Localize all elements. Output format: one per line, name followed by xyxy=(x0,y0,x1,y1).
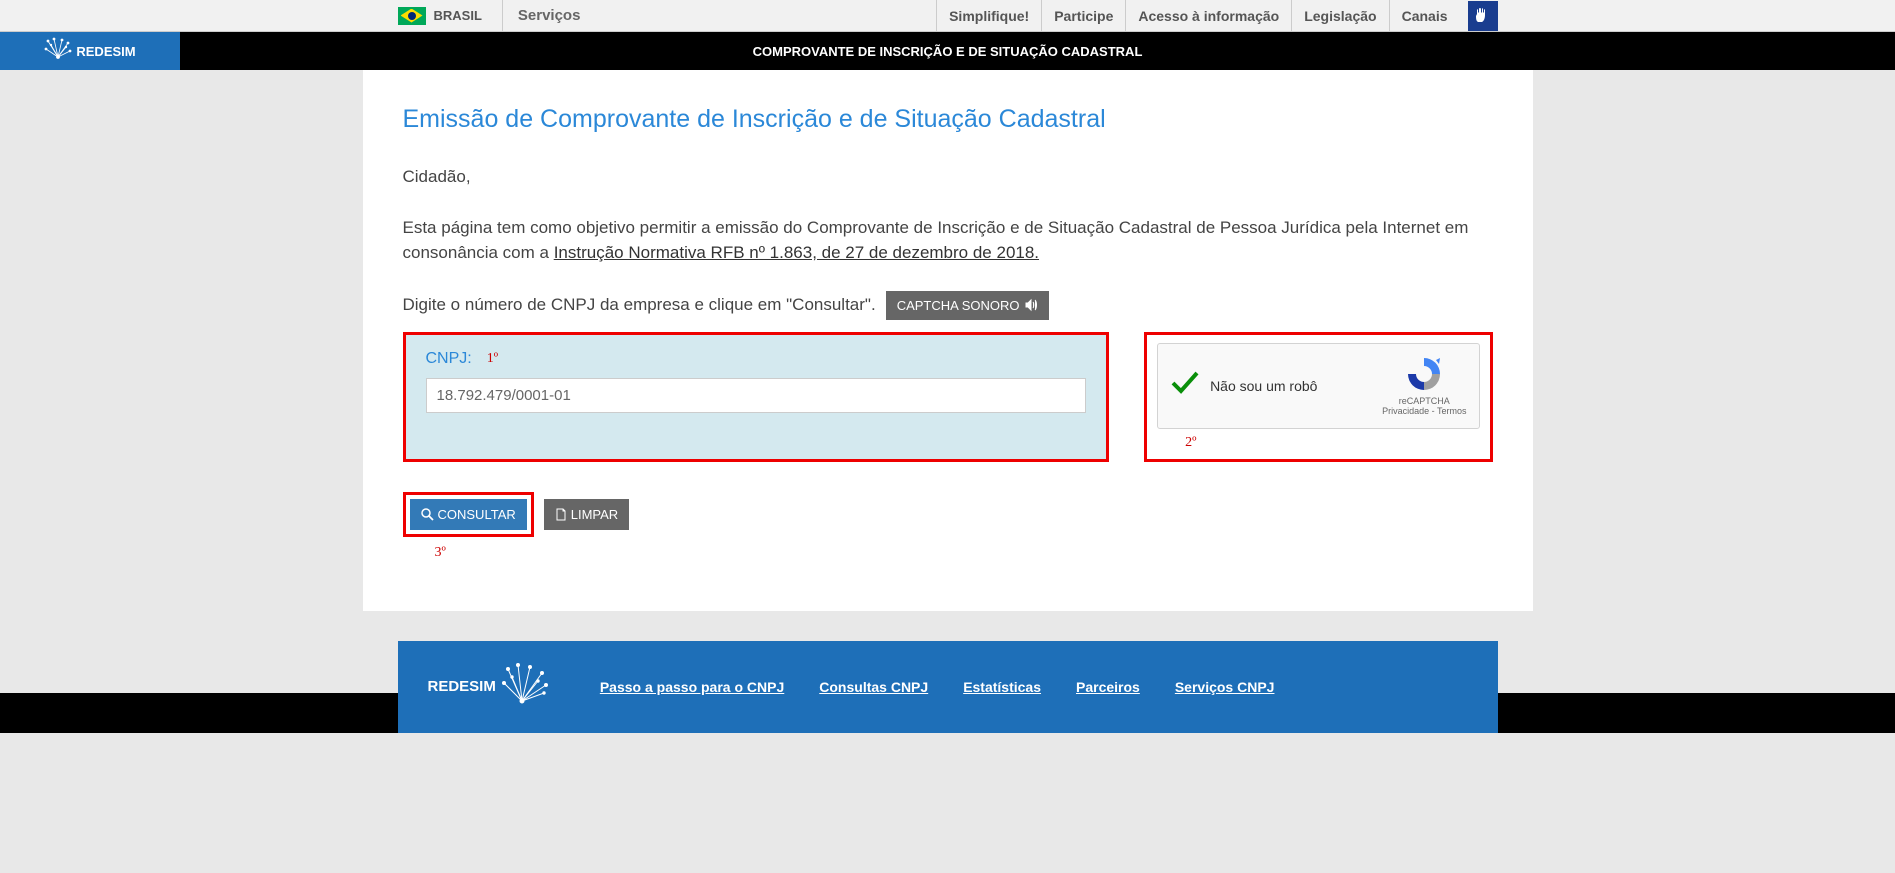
footer-estatisticas-link[interactable]: Estatísticas xyxy=(963,679,1041,695)
recaptcha-label: Não sou um robô xyxy=(1210,378,1317,394)
cnpj-panel: CNPJ: 1º xyxy=(403,332,1110,462)
checkmark-icon xyxy=(1170,369,1200,403)
acesso-link[interactable]: Acesso à informação xyxy=(1125,0,1291,32)
canais-link[interactable]: Canais xyxy=(1389,0,1460,32)
footer-parceiros-link[interactable]: Parceiros xyxy=(1076,679,1140,695)
cnpj-input[interactable] xyxy=(426,378,1087,413)
footer-passo-link[interactable]: Passo a passo para o CNPJ xyxy=(600,679,784,695)
gov-bar: BRASIL Serviços Simplifique! Participe A… xyxy=(0,0,1895,32)
document-icon xyxy=(555,508,567,521)
instrucao-normativa-link[interactable]: Instrução Normativa RFB nº 1.863, de 27 … xyxy=(554,243,1039,262)
title-bar: REDESIM COMPROVANTE DE INSCRIÇÃO E DE SI… xyxy=(0,32,1895,70)
footer-logo: REDESIM xyxy=(428,663,550,711)
search-icon xyxy=(421,508,434,521)
recaptcha-panel: Não sou um robô reCAPTCHA Privacidade - … xyxy=(1144,332,1492,462)
legislacao-link[interactable]: Legislação xyxy=(1291,0,1388,32)
content-card: Emissão de Comprovante de Inscrição e de… xyxy=(363,70,1533,611)
greeting: Cidadão, xyxy=(403,164,1493,190)
participe-link[interactable]: Participe xyxy=(1041,0,1125,32)
intro-paragraph: Esta página tem como objetivo permitir a… xyxy=(403,215,1493,266)
step1-marker: 1º xyxy=(487,351,498,367)
simplifique-link[interactable]: Simplifique! xyxy=(936,0,1041,32)
recaptcha-logo-icon xyxy=(1406,356,1442,392)
redesim-burst-icon xyxy=(502,663,550,711)
redesim-logo[interactable]: REDESIM xyxy=(0,32,180,70)
limpar-button[interactable]: LIMPAR xyxy=(544,499,629,530)
page-heading: Emissão de Comprovante de Inscrição e de… xyxy=(403,105,1493,134)
footer-consultas-link[interactable]: Consultas CNPJ xyxy=(819,679,928,695)
libras-icon[interactable] xyxy=(1468,1,1498,31)
step2-marker: 2º xyxy=(1185,435,1479,451)
page-title: COMPROVANTE DE INSCRIÇÃO E DE SITUAÇÃO C… xyxy=(753,44,1143,59)
recaptcha-widget[interactable]: Não sou um robô reCAPTCHA Privacidade - … xyxy=(1157,343,1479,429)
captcha-sonoro-button[interactable]: CAPTCHA SONORO xyxy=(886,291,1050,320)
redesim-burst-icon xyxy=(44,37,72,65)
cnpj-label: CNPJ: xyxy=(426,350,472,368)
footer: REDESIM Passo a passo para o CNPJ Co xyxy=(398,641,1498,733)
step3-marker: 3º xyxy=(435,545,534,561)
brasil-label: BRASIL xyxy=(434,8,482,23)
brasil-flag-icon xyxy=(398,7,426,25)
footer-servicos-link[interactable]: Serviços CNPJ xyxy=(1175,679,1275,695)
instruction-text: Digite o número de CNPJ da empresa e cli… xyxy=(403,295,876,315)
servicos-link[interactable]: Serviços xyxy=(503,7,596,24)
consultar-button[interactable]: CONSULTAR xyxy=(410,499,527,530)
audio-icon xyxy=(1024,298,1038,312)
